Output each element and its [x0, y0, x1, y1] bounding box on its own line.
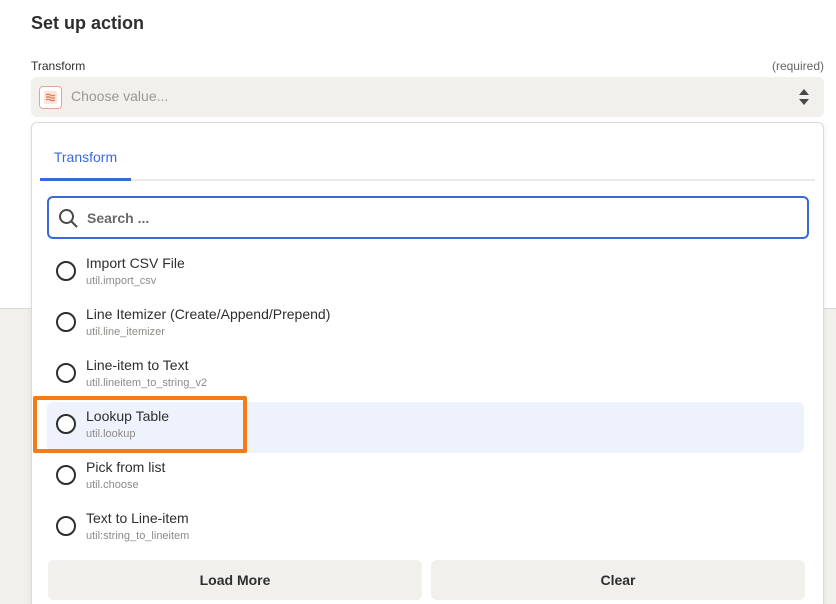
tab-transform[interactable]: Transform: [40, 123, 131, 181]
dropdown-panel: Transform Import CSV File util.import_cs…: [31, 122, 824, 604]
search-input[interactable]: [87, 204, 787, 232]
list-item[interactable]: Line Itemizer (Create/Append/Prepend) ut…: [47, 300, 804, 351]
item-title: Line-item to Text: [86, 357, 189, 373]
radio-button[interactable]: [56, 261, 76, 281]
transform-app-icon: [39, 86, 62, 109]
item-key: util.line_itemizer: [86, 326, 165, 338]
item-title: Import CSV File: [86, 255, 185, 271]
list-item-lookup-table[interactable]: Lookup Table util.lookup: [47, 402, 804, 453]
tab-bar: Transform: [40, 123, 815, 181]
required-indicator: (required): [771, 59, 824, 73]
list-item[interactable]: Import CSV File util.import_csv: [47, 249, 804, 300]
radio-button[interactable]: [56, 465, 76, 485]
select-placeholder: Choose value...: [71, 88, 169, 104]
item-key: util:string_to_lineitem: [86, 530, 190, 542]
page-title: Set up action: [31, 13, 145, 33]
item-title: Pick from list: [86, 459, 166, 475]
transform-select[interactable]: Choose value...: [31, 77, 824, 117]
list-item[interactable]: Text to Line-item util:string_to_lineite…: [47, 504, 804, 555]
list-item[interactable]: Pick from list util.choose: [47, 453, 804, 504]
list-item[interactable]: Line-item to Text util.lineitem_to_strin…: [47, 351, 804, 402]
transform-field-label: Transform: [31, 59, 86, 73]
radio-button[interactable]: [56, 363, 76, 383]
select-arrows-icon: [798, 88, 810, 106]
radio-button[interactable]: [56, 312, 76, 332]
search-icon: [58, 208, 78, 228]
item-title: Line Itemizer (Create/Append/Prepend): [86, 306, 331, 322]
item-title: Text to Line-item: [86, 510, 189, 526]
item-key: util.import_csv: [86, 275, 157, 287]
clear-button[interactable]: Clear: [431, 560, 805, 600]
item-title: Lookup Table: [86, 408, 170, 424]
option-list: Import CSV File util.import_csv Line Ite…: [47, 249, 804, 555]
radio-button[interactable]: [56, 516, 76, 536]
item-key: util.lookup: [86, 428, 136, 440]
search-box: [47, 196, 809, 239]
radio-button[interactable]: [56, 414, 76, 434]
load-more-button[interactable]: Load More: [48, 560, 422, 600]
item-key: util.choose: [86, 479, 139, 491]
item-key: util.lineitem_to_string_v2: [86, 377, 208, 389]
